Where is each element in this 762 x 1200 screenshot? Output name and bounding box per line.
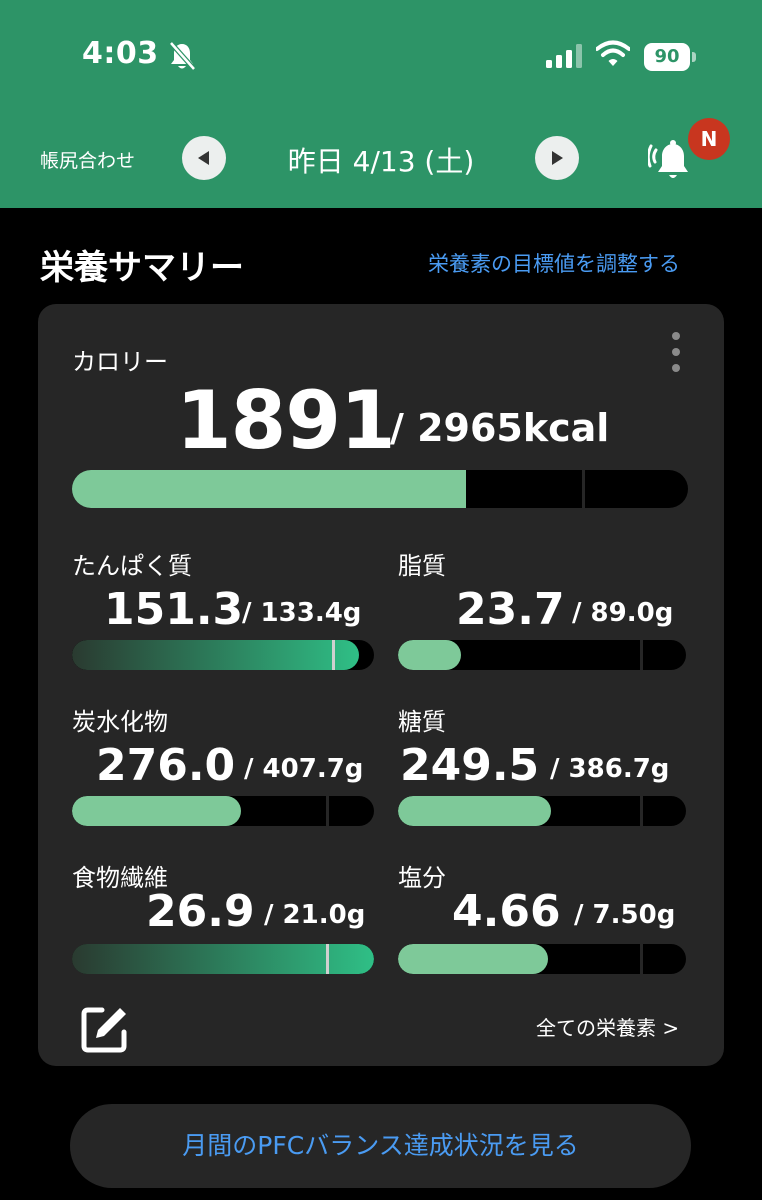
fiber-target: / 21.0g: [264, 900, 366, 930]
triangle-right-icon: [552, 151, 563, 165]
previous-day-button[interactable]: [182, 136, 226, 180]
reconcile-button[interactable]: 帳尻合わせ: [40, 146, 135, 173]
status-time: 4:03: [82, 36, 159, 71]
carbohydrate-progress-bar: [72, 796, 374, 826]
carbohydrate-target: / 407.7g: [244, 754, 364, 784]
sugar-value: 249.5: [400, 740, 540, 791]
nutrient-progress-fill: [72, 944, 374, 974]
triangle-left-icon: [198, 151, 209, 165]
calorie-target: / 2965kcal: [390, 406, 610, 450]
all-nutrients-link[interactable]: 全ての栄養素 >: [536, 1012, 679, 1041]
salt-value: 4.66: [452, 886, 561, 937]
nutrient-progress-fill: [72, 796, 242, 826]
carbohydrate-label: 炭水化物: [72, 708, 168, 736]
nutrient-progress-fill: [398, 796, 551, 826]
nutrient-target-tick: [331, 640, 335, 670]
carbohydrate-value: 276.0: [96, 740, 236, 791]
notification-bell-icon[interactable]: [648, 136, 694, 184]
sugar-label: 糖質: [398, 708, 446, 736]
app-header: 4:03 90 帳尻合わせ 昨日 4/13 (土): [0, 0, 762, 208]
status-bar: 4:03 90: [0, 0, 762, 110]
salt-progress-bar: [398, 944, 686, 974]
calorie-progress-bar: [72, 470, 688, 508]
more-options-icon[interactable]: [668, 332, 684, 372]
nutrient-target-tick: [639, 944, 643, 974]
adjust-targets-link[interactable]: 栄養素の目標値を調整する: [428, 248, 680, 278]
nutrient-target-tick: [639, 640, 643, 670]
date-navigation: 帳尻合わせ 昨日 4/13 (土): [0, 126, 762, 190]
protein-label: たんぱく質: [72, 552, 192, 580]
fiber-progress-bar: [72, 944, 374, 974]
fat-target: / 89.0g: [572, 598, 674, 628]
sugar-progress-bar: [398, 796, 686, 826]
calorie-value: 1891: [176, 374, 396, 467]
nutrient-progress-fill: [72, 640, 359, 670]
cellular-signal-icon: [546, 44, 582, 68]
notification-badge[interactable]: N: [688, 118, 730, 160]
salt-label: 塩分: [398, 864, 446, 892]
fiber-value: 26.9: [146, 886, 255, 937]
wifi-icon: [596, 40, 630, 66]
page-title: 栄養サマリー: [40, 248, 244, 288]
protein-progress-bar: [72, 640, 374, 670]
nutrition-summary-card: カロリー 1891 / 2965kcal たんぱく質 151.3 / 133.4…: [38, 304, 724, 1066]
battery-indicator: 90: [644, 43, 696, 71]
nutrient-target-tick: [639, 796, 643, 826]
fat-label: 脂質: [398, 552, 446, 580]
nutrient-target-tick: [325, 944, 329, 974]
bell-slash-icon: [169, 41, 196, 71]
fat-progress-bar: [398, 640, 686, 670]
calorie-progress-fill: [72, 470, 467, 508]
current-date: 昨日 4/13 (土): [287, 145, 475, 178]
next-day-button[interactable]: [535, 136, 579, 180]
protein-target: / 133.4g: [242, 598, 362, 628]
fat-value: 23.7: [456, 584, 565, 635]
protein-value: 151.3: [104, 584, 244, 635]
salt-target: / 7.50g: [574, 900, 676, 930]
nutrient-target-tick: [325, 796, 329, 826]
calorie-target-tick: [582, 470, 585, 508]
calorie-label: カロリー: [72, 348, 168, 376]
battery-percent: 90: [654, 46, 680, 67]
edit-icon[interactable]: [80, 1004, 130, 1054]
nutrient-progress-fill: [398, 640, 462, 670]
nutrient-progress-fill: [398, 944, 548, 974]
sugar-target: / 386.7g: [550, 754, 670, 784]
pfc-balance-button[interactable]: 月間のPFCバランス達成状況を見る: [70, 1104, 691, 1188]
